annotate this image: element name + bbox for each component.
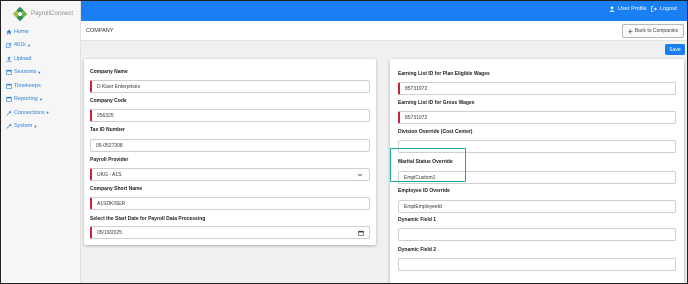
- top-navbar: User Profile Logout: [81, 1, 687, 21]
- sidebar-item-label: Timekeeps: [14, 82, 41, 89]
- chevron-down-icon: [357, 173, 363, 177]
- caret-down-icon: ▼: [26, 42, 31, 48]
- sidebar-item-system[interactable]: System ▼: [5, 120, 81, 134]
- sidebar-item-upload[interactable]: Upload: [5, 52, 81, 66]
- sidebar-nav: Home 401k ▼ Upload Sessions ▼ Timekeeps: [5, 25, 81, 133]
- sidebar-item-label: Upload: [14, 55, 32, 62]
- dynamic-field-1-input[interactable]: [398, 228, 676, 241]
- gross-wages-field[interactable]: 85731972: [398, 111, 676, 124]
- sidebar-item-timekeeps[interactable]: Timekeeps: [5, 79, 81, 93]
- sidebar-item-label: Connections: [14, 109, 45, 116]
- marital-override-highlight: [390, 148, 466, 182]
- company-name-label: Company Name: [90, 69, 128, 75]
- save-button[interactable]: Save: [665, 44, 685, 55]
- calendar-icon: [5, 69, 12, 76]
- logo-text: PayrollConnect: [31, 11, 74, 17]
- back-arrow-icon: [628, 28, 633, 34]
- dynamic-field-2-input[interactable]: [398, 258, 676, 271]
- sidebar-item-sessions[interactable]: Sessions ▼: [5, 66, 81, 80]
- sidebar-item-label: 401k: [14, 42, 26, 49]
- plan-wages-field[interactable]: 85731972: [398, 82, 676, 95]
- start-date-label: Select the Start Date for Payroll Data P…: [90, 216, 206, 222]
- start-date-value: 05/19/2025: [97, 229, 123, 236]
- logo-icon: [12, 6, 28, 22]
- caret-down-icon: ▼: [45, 110, 50, 116]
- division-override-label: Division Override (Cost Center): [398, 129, 473, 135]
- app-logo[interactable]: PayrollConnect: [11, 5, 79, 23]
- page-title: COMPANY: [86, 28, 114, 34]
- wrench-icon: [5, 109, 12, 116]
- logout-icon: [651, 6, 657, 12]
- sidebar-item-label: System: [14, 123, 33, 130]
- gross-wages-label: Earning List ID for Gross Wages: [398, 100, 475, 106]
- company-code-label: Company Code: [90, 98, 127, 104]
- payroll-provider-label: Payroll Provider: [90, 157, 129, 163]
- payroll-provider-value: UKG - A1S: [97, 171, 122, 178]
- back-label: Back to Companies: [634, 28, 679, 34]
- user-profile-link[interactable]: User Profile: [609, 6, 647, 12]
- sidebar-item-reporting[interactable]: Reporting ▼: [5, 93, 81, 107]
- sidebar-item-401k[interactable]: 401k ▼: [5, 39, 81, 53]
- tax-id-field[interactable]: 05-0527308: [90, 139, 370, 152]
- calendar-icon: [5, 96, 12, 103]
- tax-id-label: Tax ID Number: [90, 127, 125, 133]
- caret-down-icon: ▼: [37, 69, 42, 75]
- caret-down-icon: ▼: [33, 123, 38, 129]
- company-details-card: Company Name D Kiser Enterprises Company…: [84, 59, 376, 245]
- company-code-field[interactable]: 256325: [90, 109, 370, 122]
- employee-id-override-field[interactable]: EmplEmployeeId: [398, 200, 676, 213]
- app-frame: PayrollConnect Home 401k ▼ Upload Sessio…: [0, 0, 688, 284]
- calendar-icon: [5, 82, 12, 89]
- wrench-icon: [5, 123, 12, 130]
- caret-down-icon: ▼: [38, 96, 43, 102]
- home-icon: [5, 28, 12, 35]
- back-to-companies-button[interactable]: Back to Companies: [622, 24, 684, 38]
- plan-wages-label: Earning List ID for Plan Eligible Wages: [398, 71, 490, 77]
- short-name-label: Company Short Name: [90, 186, 143, 192]
- payroll-provider-select[interactable]: UKG - A1S: [90, 168, 370, 181]
- sidebar-item-label: Sessions: [14, 69, 37, 76]
- sidebar-item-connections[interactable]: Connections ▼: [5, 106, 81, 120]
- user-profile-label: User Profile: [618, 6, 647, 12]
- page-header: COMPANY Back to Companies: [81, 21, 687, 41]
- upload-icon: [5, 55, 12, 62]
- logout-link[interactable]: Logout: [651, 6, 677, 12]
- user-icon: [609, 6, 615, 12]
- sidebar-item-label: Reporting: [14, 96, 38, 103]
- dynamic-field-1-label: Dynamic Field 1: [398, 217, 437, 223]
- edit-icon: [5, 42, 12, 49]
- logout-label: Logout: [660, 6, 677, 12]
- sidebar-item-label: Home: [14, 28, 29, 35]
- start-date-field[interactable]: 05/19/2025: [90, 226, 370, 239]
- dynamic-field-2-label: Dynamic Field 2: [398, 247, 437, 253]
- sidebar: PayrollConnect Home 401k ▼ Upload Sessio…: [1, 1, 81, 283]
- employee-id-override-label: Employee ID Override: [398, 188, 450, 194]
- calendar-picker-icon[interactable]: [358, 230, 364, 236]
- short-name-field[interactable]: A1SDKISER: [90, 197, 370, 210]
- company-name-field[interactable]: D Kiser Enterprises: [90, 80, 370, 93]
- sidebar-item-home[interactable]: Home: [5, 25, 81, 39]
